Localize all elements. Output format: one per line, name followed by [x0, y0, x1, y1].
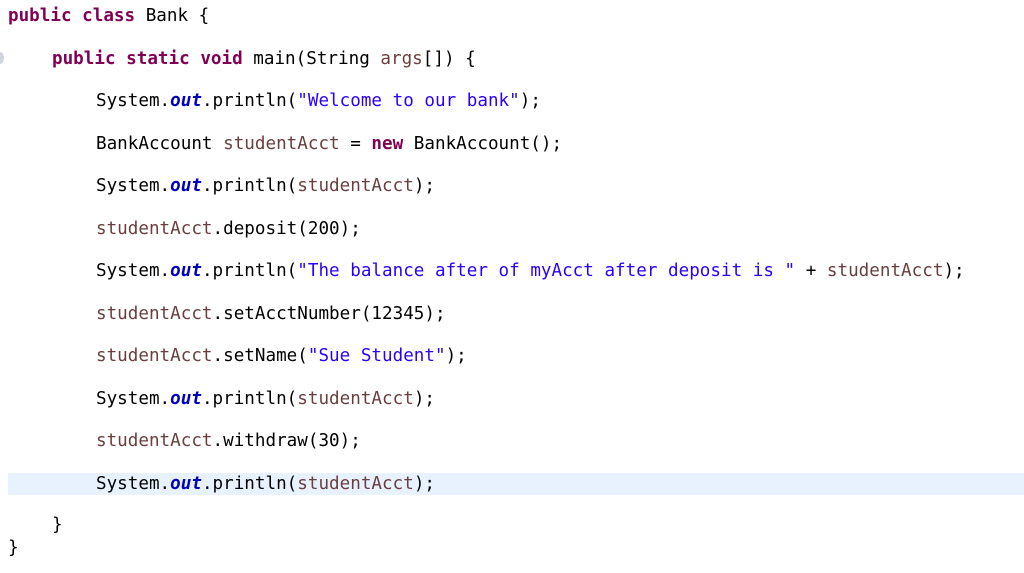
code-text: public static void main(String args[]) {: [52, 48, 476, 70]
variable: studentAcct: [297, 389, 414, 409]
code-line[interactable]: studentAcct.setName("Sue Student");: [0, 345, 1024, 367]
keyword: static: [126, 49, 190, 69]
code-token: .withdraw(30);: [212, 431, 361, 451]
code-line[interactable]: }: [0, 537, 1024, 559]
code-text: System.out.println("The balance after of…: [96, 260, 965, 282]
code-token: );: [413, 389, 435, 409]
code-line[interactable]: BankAccount studentAcct = new BankAccoun…: [0, 133, 1024, 155]
code-text: studentAcct.deposit(200);: [96, 218, 361, 240]
code-text: System.out.println(studentAcct);: [96, 175, 435, 197]
variable: args: [380, 49, 423, 69]
code-line[interactable]: System.out.println(studentAcct);: [0, 175, 1024, 197]
variable: studentAcct: [826, 261, 944, 281]
static-field: out: [170, 91, 202, 111]
code-text: System.out.println("Welcome to our bank"…: [96, 90, 541, 112]
variable: studentAcct: [96, 304, 213, 324]
code-token: .println(: [201, 261, 298, 281]
code-token: =: [339, 134, 372, 154]
code-token: +: [795, 261, 827, 281]
code-token: );: [943, 261, 965, 281]
string-literal: "The balance after of myAcct after depos…: [297, 261, 796, 281]
code-text: System.out.println(studentAcct);: [96, 473, 435, 495]
code-token: );: [519, 91, 541, 111]
code-text: }: [8, 537, 19, 559]
code-token: BankAccount: [96, 134, 224, 154]
code-token: .println(: [201, 389, 298, 409]
code-token: );: [445, 346, 467, 366]
code-line[interactable]: studentAcct.deposit(200);: [0, 218, 1024, 240]
code-token: System.: [96, 389, 171, 409]
variable: studentAcct: [297, 474, 414, 494]
code-text: System.out.println(studentAcct);: [96, 388, 435, 410]
code-line[interactable]: public class Bank {: [0, 5, 1024, 27]
code-token: .println(: [201, 91, 298, 111]
static-field: out: [170, 474, 202, 494]
code-line[interactable]: System.out.println(studentAcct);: [0, 388, 1024, 410]
code-token: Bank {: [135, 6, 210, 26]
code-text: }: [52, 514, 63, 536]
variable: studentAcct: [297, 176, 414, 196]
variable: studentAcct: [223, 134, 340, 154]
code-text: studentAcct.withdraw(30);: [96, 430, 361, 452]
code-line[interactable]: System.out.println("The balance after of…: [0, 260, 1024, 282]
static-field: out: [170, 176, 202, 196]
code-token: }: [52, 515, 63, 535]
keyword: class: [82, 6, 136, 26]
code-token: System.: [96, 176, 171, 196]
code-token: .println(: [201, 176, 298, 196]
code-token: }: [8, 538, 19, 558]
keyword: public: [52, 49, 116, 69]
variable: studentAcct: [96, 219, 213, 239]
code-token: System.: [96, 474, 171, 494]
string-literal: "Sue Student": [307, 346, 446, 366]
code-token: BankAccount();: [403, 134, 563, 154]
variable: studentAcct: [96, 431, 213, 451]
code-token: System.: [96, 261, 171, 281]
code-token: );: [413, 474, 435, 494]
string-literal: "Welcome to our bank": [297, 91, 520, 111]
code-line[interactable]: public static void main(String args[]) {: [0, 48, 1024, 70]
code-token: .setAcctNumber(12345);: [212, 304, 446, 324]
code-text: public class Bank {: [8, 5, 209, 27]
keyword: new: [371, 134, 404, 154]
static-field: out: [170, 261, 202, 281]
code-token: .setName(: [212, 346, 308, 366]
static-field: out: [170, 389, 202, 409]
code-token: );: [413, 176, 435, 196]
keyword: void: [200, 49, 243, 69]
keyword: public: [8, 6, 72, 26]
code-line[interactable]: studentAcct.setAcctNumber(12345);: [0, 303, 1024, 325]
code-text: studentAcct.setName("Sue Student");: [96, 345, 467, 367]
code-line[interactable]: System.out.println("Welcome to our bank"…: [0, 90, 1024, 112]
code-token: []) {: [422, 49, 476, 69]
code-token: main(String: [242, 49, 381, 69]
code-token: System.: [96, 91, 171, 111]
code-text: studentAcct.setAcctNumber(12345);: [96, 303, 446, 325]
variable: studentAcct: [96, 346, 213, 366]
code-token: .deposit(200);: [212, 219, 361, 239]
code-line[interactable]: }: [0, 514, 1024, 536]
code-text: BankAccount studentAcct = new BankAccoun…: [96, 133, 562, 155]
code-line[interactable]: studentAcct.withdraw(30);: [0, 430, 1024, 452]
current-code-line[interactable]: System.out.println(studentAcct);: [8, 473, 1024, 495]
code-token: .println(: [201, 474, 298, 494]
